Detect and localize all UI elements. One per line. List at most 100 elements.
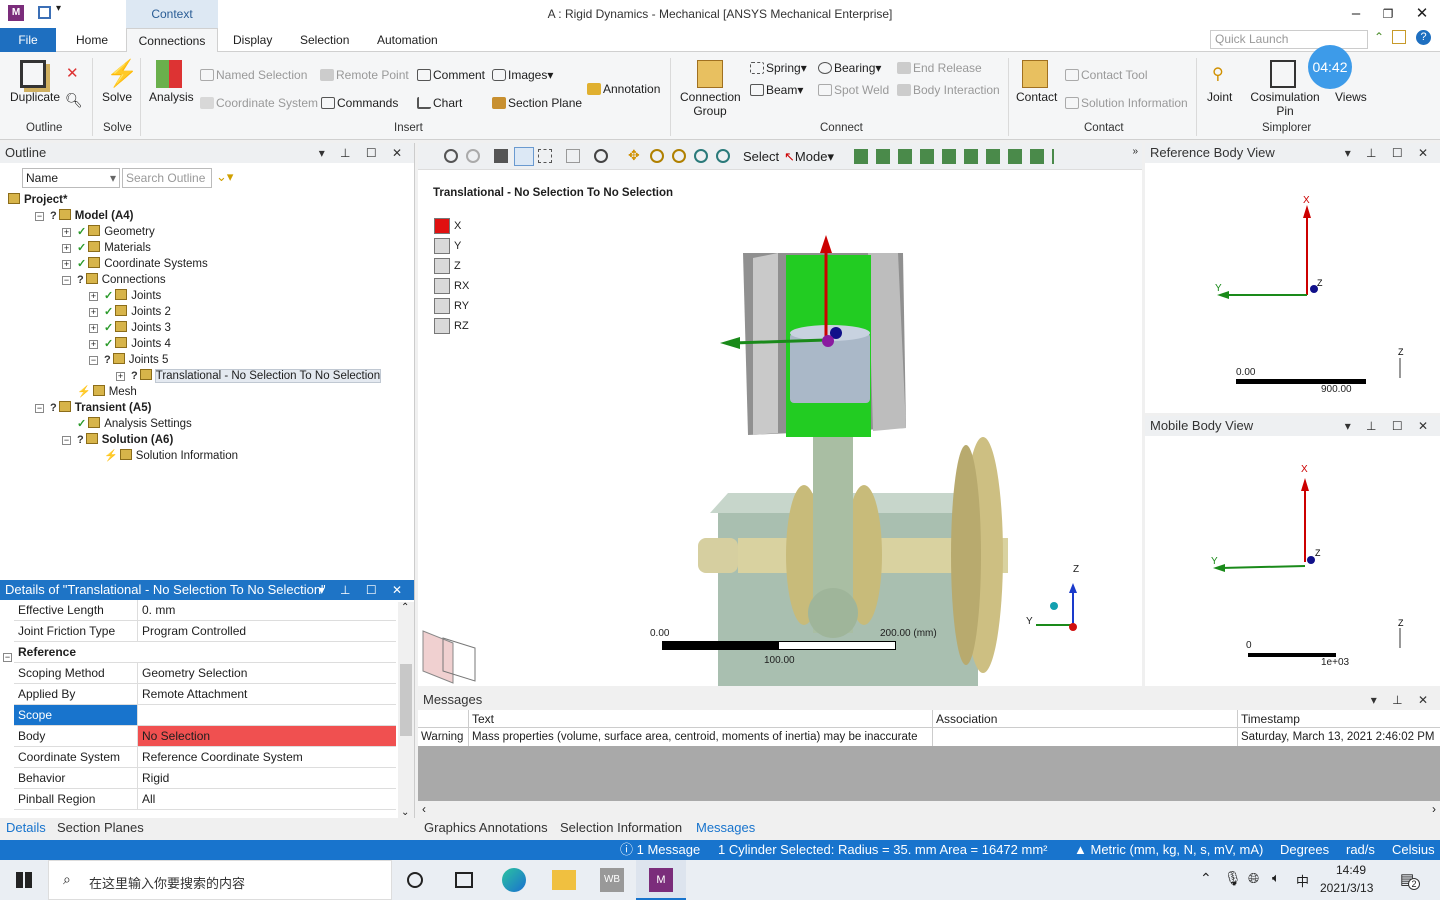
details-scrollbar[interactable]: ⌃ ⌄	[398, 602, 414, 818]
details-row[interactable]: Applied By Remote Attachment	[14, 684, 396, 705]
rotational-velocity-units[interactable]: rad/s	[1346, 840, 1375, 860]
minimize-button[interactable]: –	[1346, 4, 1366, 24]
chart-button[interactable]: Chart	[417, 96, 462, 110]
col-text[interactable]: Text	[468, 710, 494, 728]
task-view-icon[interactable]	[455, 872, 473, 888]
panel-controls[interactable]: ▾ ⊥ ☐ ✕	[319, 580, 408, 600]
box-zoom-icon[interactable]	[672, 149, 686, 163]
annotation-button[interactable]: Annotation	[587, 82, 660, 96]
unit-system[interactable]: ▲ Metric (mm, kg, N, s, mV, mA)	[1074, 840, 1263, 860]
clock-date[interactable]: 2021/3/13	[1320, 881, 1373, 895]
collapse-icon[interactable]: −	[89, 356, 98, 365]
rotate-icon[interactable]	[594, 149, 608, 163]
tree-item[interactable]: + ✓ Joints 4	[89, 336, 171, 352]
show-hidden-icons[interactable]: ⌃	[1200, 870, 1212, 887]
tab-file[interactable]: File	[0, 28, 56, 52]
name-filter-select[interactable]: Name ▾	[22, 168, 120, 188]
details-row[interactable]: Coordinate System Reference Coordinate Sy…	[14, 747, 396, 768]
details-value[interactable]: 0. mm	[138, 600, 396, 620]
cortana-icon[interactable]	[407, 872, 423, 888]
collapse-icon[interactable]: −	[62, 436, 71, 445]
zoom-in-icon[interactable]	[444, 149, 458, 163]
tree-item[interactable]: −? Model (A4)	[35, 208, 134, 224]
temperature-units[interactable]: Celsius	[1392, 840, 1435, 860]
help-icon[interactable]: ?	[1416, 30, 1431, 45]
quick-launch-input[interactable]: Quick Launch	[1210, 30, 1368, 49]
tree-item[interactable]: + ✓ Geometry	[62, 224, 155, 240]
panel-controls[interactable]: ▾ ⊥ ☐ ✕	[1345, 143, 1434, 163]
cosimulation-pin-button[interactable]: Cosimulation Pin	[1250, 90, 1320, 118]
details-value[interactable]: No Selection	[138, 726, 396, 746]
tree-item[interactable]: ⚡ Mesh	[62, 384, 137, 400]
expand-icon[interactable]: +	[116, 372, 125, 381]
collapse-icon[interactable]: −	[35, 212, 44, 221]
delete-icon[interactable]: ✕	[66, 64, 79, 82]
tree-item[interactable]: −? Solution (A6)	[62, 432, 173, 448]
windows-start-icon[interactable]	[16, 872, 32, 888]
tab-selection[interactable]: Selection	[290, 28, 359, 52]
tab-selection-information[interactable]: Selection Information	[560, 820, 682, 835]
commands-button[interactable]: Commands	[321, 96, 398, 110]
tab-graphics-annotations[interactable]: Graphics Annotations	[424, 820, 548, 835]
clock-time[interactable]: 14:49	[1336, 863, 1366, 877]
workbench-icon[interactable]: WB	[600, 868, 624, 892]
tree-item[interactable]: +? Translational - No Selection To No Sel…	[116, 368, 382, 384]
filter-dropdown-icon[interactable]: ⌄▾	[216, 169, 233, 185]
col-timestamp[interactable]: Timestamp	[1237, 710, 1300, 728]
message-row[interactable]: Warning Mass properties (volume, surface…	[418, 728, 1440, 746]
toolbar-overflow-icon[interactable]: »	[1132, 146, 1138, 157]
tree-item[interactable]: −? Joints 5	[89, 352, 168, 368]
box-select-icon[interactable]	[566, 149, 580, 163]
angle-units[interactable]: Degrees	[1280, 840, 1329, 860]
collapse-icon[interactable]: −	[35, 404, 44, 413]
expand-icon[interactable]: +	[89, 324, 98, 333]
expand-icon[interactable]: +	[62, 244, 71, 253]
details-value[interactable]: Program Controlled	[138, 621, 396, 641]
details-row[interactable]: Behavior Rigid	[14, 768, 396, 789]
tab-messages[interactable]: Messages	[696, 820, 755, 835]
tree-item[interactable]: + ✓ Joints 3	[89, 320, 171, 336]
pan-icon[interactable]: ✥	[628, 147, 640, 164]
tab-automation[interactable]: Automation	[367, 28, 448, 52]
collapse-ribbon-icon[interactable]: ⌃	[1374, 30, 1384, 44]
panel-controls[interactable]: ▾ ⊥ ☐ ✕	[1345, 416, 1434, 436]
details-value[interactable]: Rigid	[138, 768, 396, 788]
panel-controls[interactable]: ▾ ⊥ ☐ ✕	[319, 143, 408, 163]
selection-filter-icons[interactable]	[854, 149, 1054, 164]
select-label[interactable]: Select	[743, 149, 779, 164]
tree-item[interactable]: + ✓ Coordinate Systems	[62, 256, 208, 272]
search-outline-input[interactable]: Search Outline	[122, 168, 212, 188]
edge-icon[interactable]	[502, 868, 526, 892]
section-plane-button[interactable]: Section Plane	[492, 96, 582, 110]
views-button[interactable]: Views	[1335, 90, 1367, 104]
notification-center-icon[interactable]: ▤ 2	[1400, 870, 1420, 890]
contact-button[interactable]: Contact	[1016, 90, 1057, 104]
tree-item[interactable]: Project*	[8, 192, 67, 208]
magnifier-icon[interactable]	[716, 149, 730, 163]
details-row[interactable]: Body No Selection	[14, 726, 396, 747]
details-value[interactable]: Remote Attachment	[138, 684, 396, 704]
details-value[interactable]: All	[138, 789, 396, 809]
tab-connections[interactable]: Connections	[126, 28, 218, 52]
details-row[interactable]: Pinball Region All	[14, 789, 396, 810]
reference-triad[interactable]: X Y Z Z	[1145, 163, 1440, 413]
details-value[interactable]	[138, 705, 396, 725]
graphics-viewport[interactable]: Translational - No Selection To No Selec…	[418, 143, 1142, 686]
volume-icon[interactable]: 🔈︎	[1272, 870, 1280, 886]
message-count[interactable]: ⓘ 1 Message	[620, 840, 700, 860]
details-value[interactable]: Reference Coordinate System	[138, 747, 396, 767]
expand-icon[interactable]: +	[89, 340, 98, 349]
spring-button[interactable]: Spring▾	[750, 61, 807, 75]
bearing-button[interactable]: Bearing▾	[818, 61, 881, 75]
beam-button[interactable]: Beam▾	[750, 83, 803, 97]
microphone-icon[interactable]: 🎙︎	[1224, 870, 1242, 887]
find-icon[interactable]: 🔍︎	[65, 92, 83, 109]
expand-icon[interactable]: +	[62, 260, 71, 269]
tree-item[interactable]: −? Connections	[62, 272, 166, 288]
tree-item[interactable]: −? Transient (A5)	[35, 400, 151, 416]
tree-item[interactable]: + ✓ Materials	[62, 240, 151, 256]
tab-home[interactable]: Home	[66, 28, 118, 52]
details-value[interactable]: Geometry Selection	[138, 663, 396, 683]
comment-button[interactable]: Comment	[417, 68, 485, 82]
select-mode-dropdown[interactable]: ↖Mode▾	[784, 149, 834, 165]
